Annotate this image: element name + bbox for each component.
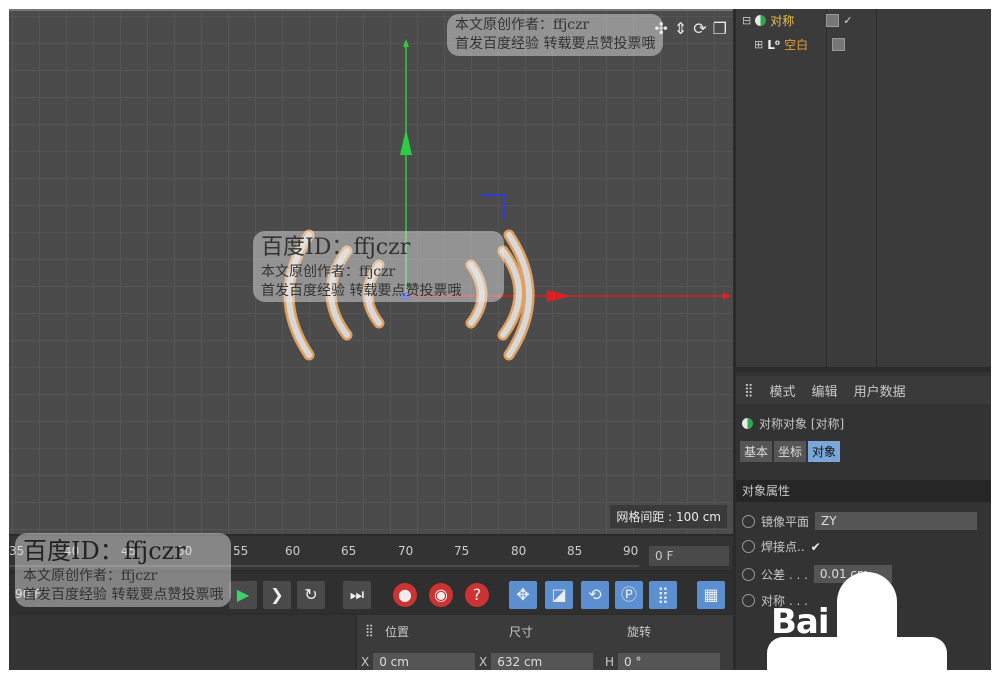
autokey-button[interactable]: ◉ [429, 583, 453, 607]
symmetry-object-icon [755, 15, 767, 26]
tab-basic[interactable]: 基本 [740, 441, 773, 462]
menu-edit[interactable]: 编辑 [812, 381, 838, 400]
attribute-tabs: 基本 坐标 对象 [740, 441, 841, 462]
watermark-baidu-id: 百度ID：ffjczr [261, 235, 411, 260]
x-axis-tip [723, 292, 731, 300]
move-key-button[interactable]: ✥ [509, 581, 537, 609]
grip-icon: ⣿ [744, 382, 754, 398]
film-strip-button[interactable]: ▦ [697, 581, 725, 609]
weld-row: 焊接点.. ✔ [742, 538, 821, 555]
viewport-nav-icons: ✣ ⇕ ⟳ ❐ [654, 19, 727, 38]
y-axis-tip [403, 39, 409, 47]
zoom-view-icon[interactable]: ⇕ [674, 19, 687, 38]
watermark-top: 本文原创作者：ffjczr 首发百度经验 转载要点赞投票哦 [447, 14, 664, 56]
watermark-author: 本文原创作者：ffjczr [23, 568, 158, 585]
watermark-publish: 首发百度经验 转载要点赞投票哦 [23, 587, 224, 604]
tab-coord[interactable]: 坐标 [774, 441, 807, 462]
tick-label: 85 [567, 544, 583, 558]
size-header: 尺寸 [509, 625, 534, 639]
object-item-null[interactable]: ⊞ L⁰ 空白 [754, 36, 846, 53]
menu-mode[interactable]: 模式 [770, 381, 796, 400]
object-item-symmetry[interactable]: ⊟ 对称 ✓ [742, 12, 852, 29]
visibility-toggle-icon[interactable] [832, 38, 846, 51]
symmetry-object-icon [742, 418, 753, 429]
x-label: X [361, 655, 370, 669]
x-size-input[interactable]: 632 cm [491, 653, 594, 670]
next-frame-button[interactable]: ❯ [263, 581, 291, 609]
baidu-logo: Bai [771, 602, 830, 642]
object-manager-column-divider [826, 9, 827, 367]
object-manager-column-divider [876, 9, 877, 367]
animate-radio[interactable] [742, 594, 755, 607]
watermark-author: 本文原创作者：ffjczr [261, 263, 396, 280]
animate-radio[interactable] [742, 540, 755, 553]
watermark-bottom: 百度ID：ffjczr 本文原创作者：ffjczr 首发百度经验 转载要点赞投票… [15, 533, 232, 608]
mirror-plane-label: 镜像平面 [761, 514, 810, 529]
h-rotation-input[interactable]: 0 ° [618, 653, 721, 670]
material-manager [9, 615, 355, 670]
watermark-publish: 首发百度经验 转载要点赞投票哦 [261, 282, 462, 299]
tick-label: 65 [341, 544, 357, 558]
tree-expand-icon[interactable]: ⊟ [742, 14, 751, 27]
object-name: 空白 [784, 38, 809, 52]
object-properties-header: 对象属性 [736, 480, 991, 502]
watermark-baidu-id: 百度ID：ffjczr [23, 537, 186, 565]
watermark-author: 本文原创作者：ffjczr [455, 17, 590, 33]
tick-label: 55 [233, 544, 249, 558]
tick-label: 70 [398, 544, 414, 558]
goto-end-button[interactable]: ⏭ [343, 581, 371, 609]
visibility-toggle-icon[interactable] [826, 14, 840, 27]
rotate-view-icon[interactable]: ⟳ [693, 19, 706, 38]
scale-key-button[interactable]: ◪ [545, 581, 573, 609]
h-label: H [605, 655, 615, 669]
c4d-window: ✣ ⇕ ⟳ ❐ 网格间距 : 100 cm ⊟ 对称 ✓ ⊞ L⁰ 空白 ⣿ 模… [9, 9, 991, 670]
y-axis-arrow [400, 129, 412, 155]
coordinate-manager: ⣿ 位置 尺寸 旋转 X 0 cm X 632 cm H 0 ° [357, 615, 733, 670]
position-header: 位置 [385, 625, 410, 639]
rotation-header: 旋转 [627, 625, 652, 639]
x-size-row: X 632 cm [479, 653, 594, 670]
h-rotation-row: H 0 ° [605, 653, 721, 670]
tick-label: 75 [454, 544, 470, 558]
x-axis-arrow [547, 290, 571, 302]
grip-icon: ⣿ [365, 623, 374, 637]
tree-expand-icon[interactable]: ⊞ [754, 38, 763, 51]
mirror-plane-row: 镜像平面 ZY [742, 512, 978, 530]
rotate-key-button[interactable]: ⟲ [581, 581, 609, 609]
weld-checkbox[interactable]: ✔ [811, 540, 821, 554]
object-title-text: 对称对象 [对称] [759, 417, 845, 431]
null-object-icon: L⁰ [767, 37, 781, 52]
object-name: 对称 [770, 14, 795, 28]
point-level-button[interactable]: ⣿ [649, 581, 677, 609]
tolerance-label: 公差 . . . [761, 567, 808, 582]
enabled-check-icon[interactable]: ✓ [843, 14, 852, 27]
animate-radio[interactable] [742, 514, 755, 528]
watermark-publish: 首发百度经验 转载要点赞投票哦 [455, 35, 656, 52]
object-manager[interactable]: ⊟ 对称 ✓ ⊞ L⁰ 空白 [736, 9, 991, 367]
x-position-input[interactable]: 0 cm [373, 653, 476, 670]
loop-button[interactable]: ↻ [297, 581, 325, 609]
menu-user-data[interactable]: 用户数据 [854, 381, 906, 400]
tick-label: 90 [623, 544, 639, 558]
weld-label: 焊接点.. [761, 540, 805, 554]
param-key-button[interactable]: Ⓟ [615, 581, 643, 609]
attribute-menu-bar: ⣿ 模式 编辑 用户数据 [736, 376, 991, 404]
watermark-center: 百度ID：ffjczr 本文原创作者：ffjczr 首发百度经验 转载要点赞投票… [253, 231, 504, 303]
tick-label: 80 [511, 544, 527, 558]
attribute-object-title: 对称对象 [对称] [742, 415, 844, 432]
animate-radio[interactable] [742, 567, 755, 581]
record-button[interactable]: ● [393, 583, 417, 607]
z-axis-indicator [481, 194, 506, 219]
grid-spacing-label: 网格间距 : 100 cm [610, 505, 727, 528]
x-label: X [479, 655, 488, 669]
tick-label: 60 [285, 544, 301, 558]
maximize-view-icon[interactable]: ❐ [713, 19, 727, 38]
keyframe-help-button[interactable]: ? [465, 583, 489, 607]
mirror-plane-select[interactable]: ZY [815, 512, 978, 530]
x-position-row: X 0 cm [361, 653, 476, 670]
current-frame-field[interactable]: 0 F [649, 546, 729, 566]
play-button[interactable]: ▶ [229, 581, 257, 609]
tab-object[interactable]: 对象 [808, 441, 841, 462]
